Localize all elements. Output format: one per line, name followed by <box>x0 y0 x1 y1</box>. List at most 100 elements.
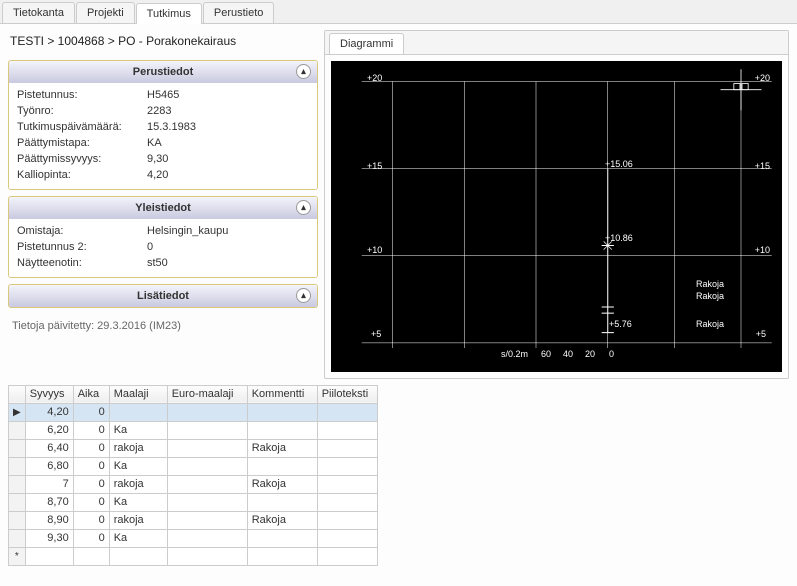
cell[interactable]: 8,70 <box>25 493 73 511</box>
panel-yleistiedot-body: Omistaja:Helsingin_kaupu Pistetunnus 2:0… <box>9 219 317 277</box>
diagram-tabstrip: Diagrammi <box>325 31 788 55</box>
cell[interactable]: 0 <box>73 457 109 475</box>
table-row[interactable]: 6,400rakoja Rakoja <box>9 439 378 457</box>
collapse-icon[interactable]: ▴ <box>296 200 311 215</box>
cell[interactable] <box>247 547 317 565</box>
col-piiloteksti[interactable]: Piiloteksti <box>317 385 377 403</box>
cell[interactable]: Rakoja <box>247 439 317 457</box>
data-grid-wrap: Syvyys Aika Maalaji Euro-maalaji Komment… <box>0 385 797 586</box>
col-aika[interactable]: Aika <box>73 385 109 403</box>
cell[interactable]: 0 <box>73 403 109 421</box>
cell[interactable] <box>317 421 377 439</box>
cell[interactable] <box>317 403 377 421</box>
tab-projekti[interactable]: Projekti <box>76 2 135 23</box>
panel-yleistiedot-header[interactable]: Yleistiedot ▴ <box>9 197 317 219</box>
cell[interactable] <box>317 529 377 547</box>
cell[interactable] <box>167 547 247 565</box>
value: 9,30 <box>147 153 309 165</box>
panel-perustiedot-header[interactable]: Perustiedot ▴ <box>9 61 317 83</box>
cell[interactable] <box>167 421 247 439</box>
cell[interactable]: 0 <box>73 511 109 529</box>
x-tick: 60 <box>541 349 551 359</box>
cell[interactable]: 8,90 <box>25 511 73 529</box>
cell[interactable] <box>25 547 73 565</box>
label: Päättymistapa: <box>17 137 147 149</box>
cell[interactable]: 6,40 <box>25 439 73 457</box>
cell[interactable]: rakoja <box>109 475 167 493</box>
cell[interactable]: rakoja <box>109 439 167 457</box>
diagram-panel: Diagrammi <box>324 30 789 379</box>
table-row[interactable]: 6,200Ka <box>9 421 378 439</box>
cell[interactable]: Ka <box>109 493 167 511</box>
cell[interactable] <box>247 529 317 547</box>
diagram-canvas[interactable]: +20 +15 +10 +5 +20 +15 +10 +5 +15.06 +10… <box>331 61 782 372</box>
col-kommentti[interactable]: Kommentti <box>247 385 317 403</box>
cell[interactable]: 7 <box>25 475 73 493</box>
cell[interactable] <box>247 493 317 511</box>
annotation: Rakoja <box>696 279 724 289</box>
collapse-icon[interactable]: ▴ <box>296 64 311 79</box>
cell[interactable] <box>73 547 109 565</box>
row-indicator <box>9 439 26 457</box>
cell[interactable] <box>317 511 377 529</box>
panel-lisatiedot-header[interactable]: Lisätiedot ▴ <box>9 285 317 307</box>
tab-tutkimus[interactable]: Tutkimus <box>136 3 202 24</box>
col-syvyys[interactable]: Syvyys <box>25 385 73 403</box>
cell[interactable] <box>167 475 247 493</box>
table-row[interactable]: 8,700Ka <box>9 493 378 511</box>
cell[interactable]: 0 <box>73 439 109 457</box>
tab-diagrammi[interactable]: Diagrammi <box>329 33 404 54</box>
cell[interactable]: 0 <box>73 529 109 547</box>
panel-perustiedot-body: Pistetunnus:H5465 Työnro:2283 Tutkimuspä… <box>9 83 317 189</box>
table-row[interactable]: 8,900rakoja Rakoja <box>9 511 378 529</box>
cell[interactable] <box>247 421 317 439</box>
cell[interactable] <box>109 547 167 565</box>
cell[interactable] <box>167 403 247 421</box>
row-header-corner <box>9 385 26 403</box>
cell[interactable] <box>167 511 247 529</box>
cell[interactable] <box>317 493 377 511</box>
cell[interactable]: 6,20 <box>25 421 73 439</box>
cell[interactable]: Ka <box>109 457 167 475</box>
panel-perustiedot: Perustiedot ▴ Pistetunnus:H5465 Työnro:2… <box>8 60 318 190</box>
cell[interactable]: Ka <box>109 529 167 547</box>
cell[interactable]: 6,80 <box>25 457 73 475</box>
y-tick-r: +20 <box>755 73 770 83</box>
panel-yleistiedot: Yleistiedot ▴ Omistaja:Helsingin_kaupu P… <box>8 196 318 278</box>
table-row[interactable]: ▶4,200 <box>9 403 378 421</box>
value: 4,20 <box>147 169 309 181</box>
cell[interactable]: rakoja <box>109 511 167 529</box>
collapse-icon[interactable]: ▴ <box>296 288 311 303</box>
cell[interactable] <box>317 475 377 493</box>
annotation: Rakoja <box>696 291 724 301</box>
tab-tietokanta[interactable]: Tietokanta <box>2 2 75 23</box>
data-grid[interactable]: Syvyys Aika Maalaji Euro-maalaji Komment… <box>8 385 378 566</box>
cell[interactable]: Ka <box>109 421 167 439</box>
cell[interactable]: 9,30 <box>25 529 73 547</box>
cell[interactable]: 0 <box>73 475 109 493</box>
cell[interactable] <box>247 403 317 421</box>
cell[interactable] <box>167 439 247 457</box>
table-row[interactable]: 9,300Ka <box>9 529 378 547</box>
tab-perustieto[interactable]: Perustieto <box>203 2 275 23</box>
table-row[interactable]: 6,800Ka <box>9 457 378 475</box>
marker: +15.06 <box>605 159 633 169</box>
cell[interactable]: 0 <box>73 421 109 439</box>
cell[interactable] <box>317 439 377 457</box>
col-euromaalaji[interactable]: Euro-maalaji <box>167 385 247 403</box>
cell[interactable]: Rakoja <box>247 511 317 529</box>
cell[interactable]: Rakoja <box>247 475 317 493</box>
cell[interactable] <box>167 457 247 475</box>
updated-text: Tietoja päivitetty: 29.3.2016 (IM23) <box>8 314 318 338</box>
table-row[interactable]: 70rakoja Rakoja <box>9 475 378 493</box>
cell[interactable] <box>109 403 167 421</box>
cell[interactable]: 0 <box>73 493 109 511</box>
cell[interactable]: 4,20 <box>25 403 73 421</box>
cell[interactable] <box>317 457 377 475</box>
cell[interactable] <box>317 547 377 565</box>
cell[interactable] <box>167 529 247 547</box>
cell[interactable] <box>167 493 247 511</box>
col-maalaji[interactable]: Maalaji <box>109 385 167 403</box>
cell[interactable] <box>247 457 317 475</box>
table-row-new[interactable]: * <box>9 547 378 565</box>
